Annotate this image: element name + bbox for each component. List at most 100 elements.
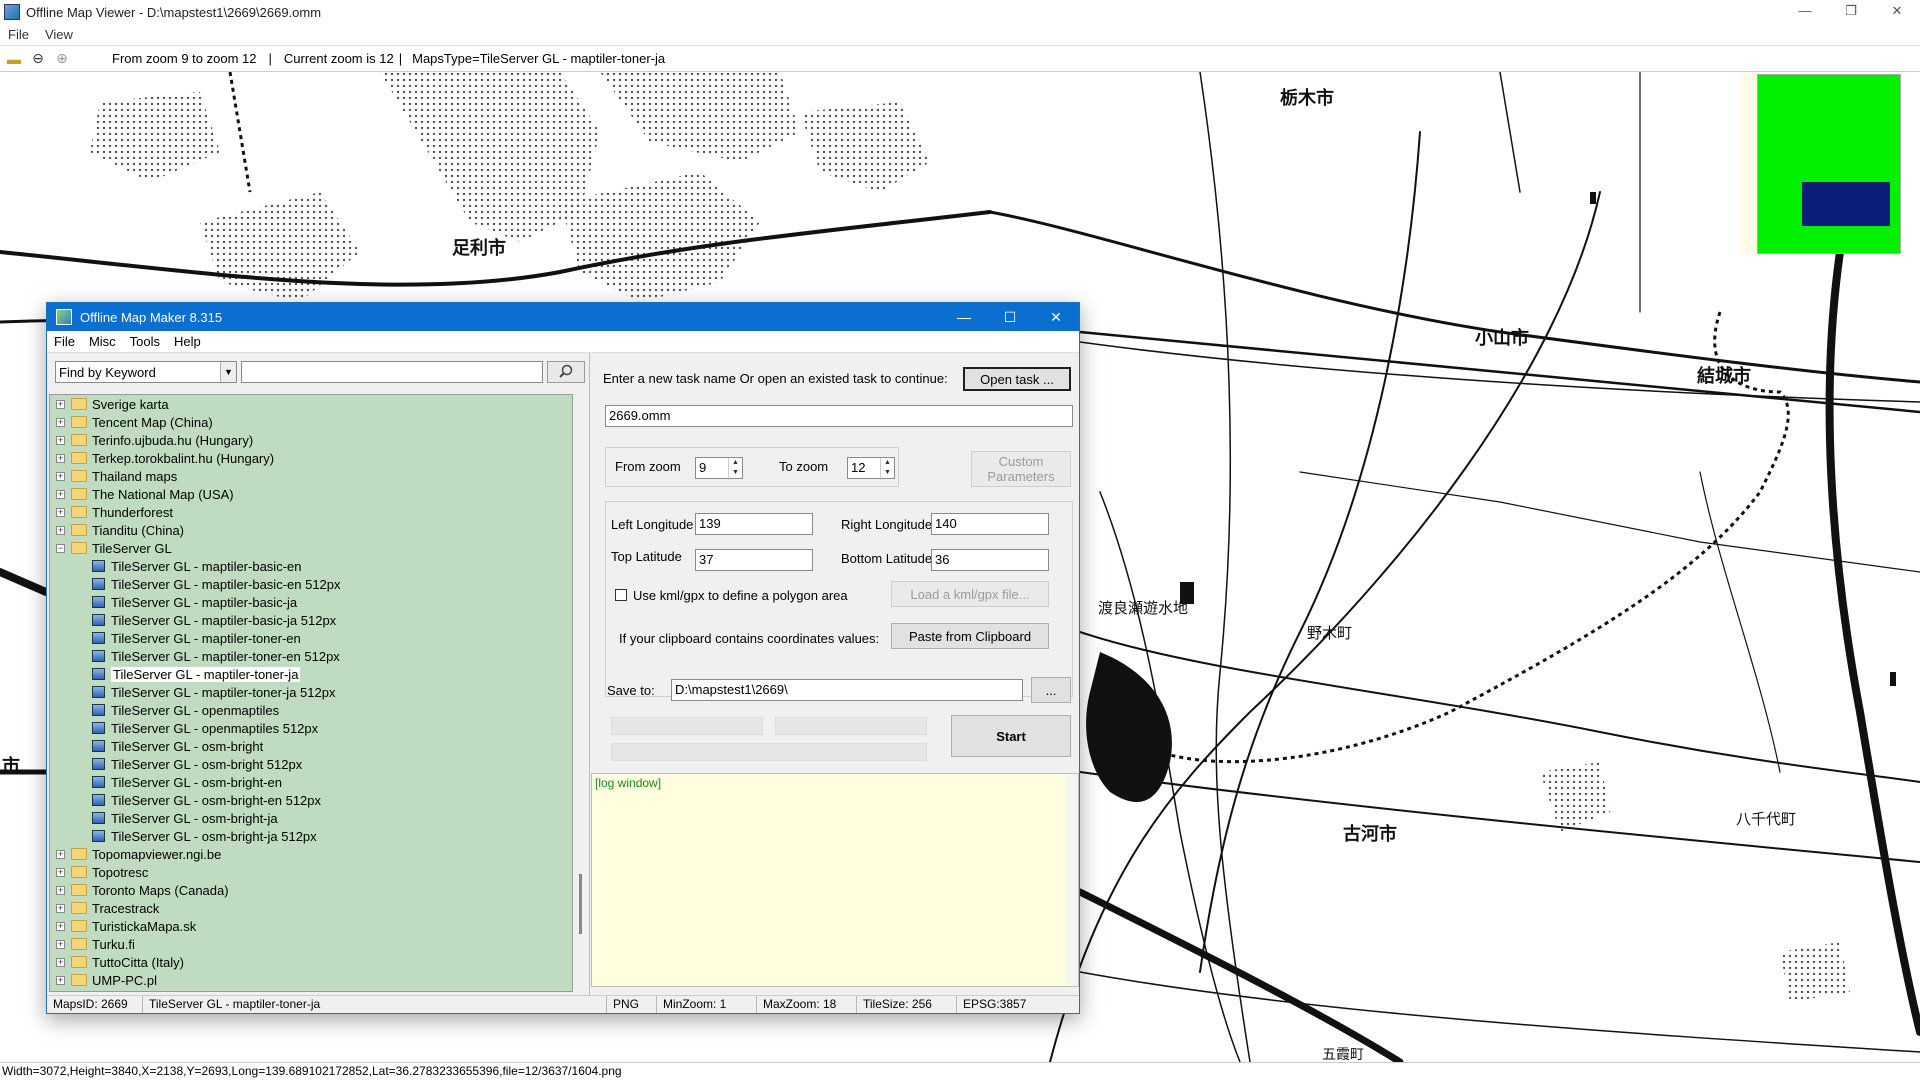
tree-map-item[interactable]: TileServer GL - osm-bright 512px — [50, 755, 572, 773]
expand-icon[interactable]: + — [56, 885, 65, 895]
expand-icon[interactable]: + — [56, 417, 65, 427]
tree-item-label: TileServer GL - maptiler-toner-en — [111, 630, 301, 646]
tree-folder-item[interactable]: + TuristickaMapa.sk — [50, 917, 572, 935]
tree-folder-item[interactable]: + TuttoCitta (Italy) — [50, 953, 572, 971]
load-kml-button[interactable]: Load a kml/gpx file... — [891, 581, 1049, 607]
menu-file[interactable]: File — [47, 334, 82, 349]
expand-icon[interactable]: + — [56, 525, 65, 535]
tree-folder-item[interactable]: + UMP-PC.pl — [50, 971, 572, 989]
paste-clipboard-button[interactable]: Paste from Clipboard — [891, 623, 1049, 649]
expand-icon[interactable]: + — [56, 957, 65, 967]
tree-folder-item[interactable]: + Thailand maps — [50, 467, 572, 485]
expand-icon[interactable]: + — [56, 471, 65, 481]
custom-parameters-button[interactable]: Custom Parameters — [971, 451, 1071, 487]
spin-updown-icon[interactable]: ▲ ▼ — [728, 458, 742, 480]
scrollbar-thumb[interactable] — [579, 874, 582, 934]
tree-folder-item[interactable]: + Tianditu (China) — [50, 521, 572, 539]
expand-icon[interactable]: + — [56, 975, 65, 985]
log-text: [log window] — [595, 776, 662, 790]
browse-button[interactable]: ... — [1031, 677, 1071, 703]
expand-icon[interactable]: + — [56, 453, 65, 463]
tree-map-item[interactable]: TileServer GL - maptiler-basic-ja 512px — [50, 611, 572, 629]
tree-map-item[interactable]: TileServer GL - maptiler-basic-en 512px — [50, 575, 572, 593]
right-longitude-field[interactable]: 140 — [931, 513, 1049, 535]
map-source-tree[interactable]: + Sverige karta + Tencent Map (China) + Terin… — [49, 394, 573, 992]
minimap-viewport[interactable] — [1802, 182, 1890, 226]
tree-map-item[interactable]: TileServer GL - maptiler-basic-ja — [50, 593, 572, 611]
start-button[interactable]: Start — [951, 715, 1071, 757]
bottom-latitude-field[interactable]: 36 — [931, 549, 1049, 571]
close-icon[interactable]: ✕ — [1874, 0, 1920, 24]
menu-misc[interactable]: Misc — [82, 334, 123, 349]
dialog-titlebar[interactable]: Offline Map Maker 8.315 — ☐ ✕ — [47, 303, 1079, 331]
open-folder-icon[interactable]: ▬ — [4, 49, 24, 69]
tree-map-item[interactable]: TileServer GL - osm-bright-en — [50, 773, 572, 791]
top-latitude-field[interactable]: 37 — [695, 549, 813, 571]
expand-icon[interactable]: + — [56, 867, 65, 877]
expand-icon[interactable]: + — [56, 903, 65, 913]
maximize-icon[interactable]: ☐ — [987, 303, 1033, 331]
tree-map-item[interactable]: TileServer GL - osm-bright-ja 512px — [50, 827, 572, 845]
log-scrollbar[interactable] — [1066, 774, 1078, 986]
task-name-field[interactable]: 2669.omm — [605, 405, 1073, 427]
tree-folder-item[interactable]: − TileServer GL — [50, 539, 572, 557]
tree-map-item[interactable]: TileServer GL - maptiler-toner-ja 512px — [50, 683, 572, 701]
minimize-icon[interactable]: — — [1782, 0, 1828, 24]
left-longitude-field[interactable]: 139 — [695, 513, 813, 535]
collapse-icon[interactable]: − — [56, 543, 65, 553]
minimize-icon[interactable]: — — [941, 303, 987, 331]
to-zoom-field[interactable]: 12 ▲ ▼ — [847, 457, 895, 480]
tree-map-item[interactable]: TileServer GL - openmaptiles 512px — [50, 719, 572, 737]
menu-help[interactable]: Help — [167, 334, 208, 349]
expand-icon[interactable]: + — [56, 489, 65, 499]
close-icon[interactable]: ✕ — [1033, 303, 1079, 331]
expand-icon[interactable]: + — [56, 939, 65, 949]
log-window[interactable]: [log window] — [591, 773, 1079, 987]
tree-folder-item[interactable]: + Thunderforest — [50, 503, 572, 521]
tree-folder-item[interactable]: + Terkep.torokbalint.hu (Hungary) — [50, 449, 572, 467]
tree-item-label: TuttoCitta (Italy) — [92, 954, 184, 970]
restore-icon[interactable]: ❐ — [1828, 0, 1874, 24]
menu-tools[interactable]: Tools — [123, 334, 167, 349]
tree-folder-item[interactable]: + Tencent Map (China) — [50, 413, 572, 431]
expand-icon[interactable]: + — [56, 507, 65, 517]
tree-folder-item[interactable]: + Topomapviewer.ngi.be — [50, 845, 572, 863]
chevron-down-icon[interactable]: ▼ — [220, 362, 236, 382]
menu-file[interactable]: File — [0, 27, 37, 42]
tree-folder-item[interactable]: + Terinfo.ujbuda.hu (Hungary) — [50, 431, 572, 449]
tree-map-item[interactable]: TileServer GL - openmaptiles — [50, 701, 572, 719]
tree-map-item[interactable]: TileServer GL - osm-bright — [50, 737, 572, 755]
maps-type-text: MapsType=TileServer GL - maptiler-toner-… — [412, 51, 666, 66]
open-task-button[interactable]: Open task ... — [963, 367, 1071, 391]
zoom-out-icon[interactable]: ⊖ — [28, 49, 48, 69]
zoom-in-icon[interactable]: ⊕ — [52, 49, 72, 69]
tree-folder-item[interactable]: + Toronto Maps (Canada) — [50, 881, 572, 899]
tree-map-item[interactable]: TileServer GL - maptiler-toner-en — [50, 629, 572, 647]
expand-icon[interactable]: + — [56, 399, 65, 409]
tree-map-item[interactable]: TileServer GL - osm-bright-ja — [50, 809, 572, 827]
search-input[interactable] — [241, 361, 543, 383]
kml-label: Use kml/gpx to define a polygon area — [633, 588, 848, 603]
search-mode-select[interactable]: Find by Keyword ▼ — [55, 361, 237, 383]
tree-map-item[interactable]: TileServer GL - maptiler-basic-en — [50, 557, 572, 575]
tree-folder-item[interactable]: + The National Map (USA) — [50, 485, 572, 503]
tree-map-item[interactable]: TileServer GL - maptiler-toner-en 512px — [50, 647, 572, 665]
expand-icon[interactable]: + — [56, 435, 65, 445]
from-zoom-field[interactable]: 9 ▲ ▼ — [695, 457, 743, 480]
kml-checkbox[interactable] — [615, 589, 627, 601]
tree-folder-item[interactable]: + Turku.fi — [50, 935, 572, 953]
tree-folder-item[interactable]: + Tracestrack — [50, 899, 572, 917]
tree-scrollbar[interactable] — [575, 394, 587, 992]
tree-map-item[interactable]: TileServer GL - osm-bright-en 512px — [50, 791, 572, 809]
panel-splitter[interactable] — [589, 353, 590, 995]
spin-updown-icon[interactable]: ▲ ▼ — [880, 458, 894, 480]
menu-view[interactable]: View — [37, 27, 81, 42]
tree-folder-item[interactable]: + Sverige karta — [50, 395, 572, 413]
save-path-field[interactable]: D:\mapstest1\2669\ — [671, 679, 1023, 701]
minimap[interactable] — [1757, 74, 1901, 254]
expand-icon[interactable]: + — [56, 849, 65, 859]
expand-icon[interactable]: + — [56, 921, 65, 931]
search-button[interactable] — [547, 361, 585, 383]
tree-map-item[interactable]: TileServer GL - maptiler-toner-ja — [50, 665, 572, 683]
tree-folder-item[interactable]: + Topotresc — [50, 863, 572, 881]
